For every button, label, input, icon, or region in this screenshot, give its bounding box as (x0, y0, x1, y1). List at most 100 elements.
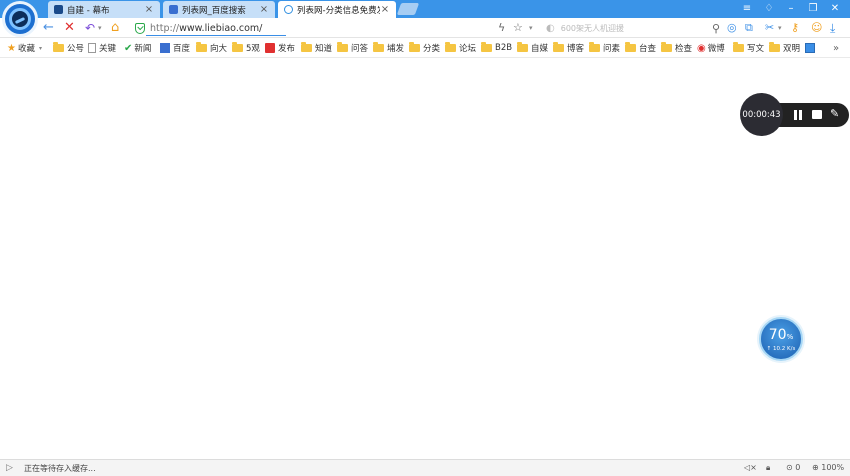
chevron-down-icon[interactable]: ▾ (529, 20, 533, 36)
folder-icon (53, 42, 64, 52)
zoom-indicator[interactable]: ⊕ 100% (812, 463, 844, 472)
new-tab-button[interactable] (396, 3, 420, 15)
screen-recorder-widget: 00:00:43 ✎ (740, 93, 849, 136)
bookmark-item[interactable]: ✔ 新闻 (124, 42, 151, 55)
bookmark-item[interactable]: 问素 (589, 42, 620, 54)
status-text: 正在等待存入缓存... (24, 464, 96, 473)
bookmark-item[interactable]: 双明 (769, 42, 800, 54)
close-tab-icon[interactable]: × (144, 4, 154, 15)
camera-icon[interactable] (812, 110, 822, 119)
publish-icon (265, 43, 275, 53)
bookmark-item[interactable]: 分类 (409, 42, 440, 54)
search-engine-icon[interactable]: ◐ (546, 23, 555, 34)
folder-icon (553, 42, 564, 52)
bookmark-item[interactable]: 检查 (661, 42, 692, 54)
address-url[interactable]: http://www.liebiao.com/ (150, 23, 262, 34)
search-icon[interactable]: ⚲ (712, 22, 720, 35)
pause-icon[interactable] (793, 110, 803, 120)
skin-icon[interactable]: ♢ (758, 1, 780, 17)
undo-icon[interactable]: ↶ (85, 20, 95, 36)
search-box[interactable]: ◐ 600架无人机迎援 ⚲ (546, 20, 720, 36)
folder-icon (337, 42, 348, 52)
weibo-icon: ◉ (697, 42, 706, 54)
bookmark-item[interactable]: 问答 (337, 42, 368, 54)
recording-timer: 00:00:43 (740, 93, 783, 136)
star-icon[interactable]: ☆ (513, 20, 523, 36)
bookmark-item[interactable]: B2B (481, 42, 512, 54)
close-tab-icon[interactable]: × (380, 4, 390, 15)
bookmark-item[interactable]: 5观 (232, 42, 260, 54)
page-icon (88, 43, 96, 53)
tab-baidu-search[interactable]: 列表网_百度搜索 × (163, 1, 275, 18)
star-icon: ★ (7, 42, 16, 54)
folder-icon (769, 42, 780, 52)
more-bookmarks-icon[interactable]: » (833, 42, 839, 54)
loading-icon (284, 5, 293, 14)
folder-icon (301, 42, 312, 52)
chevron-down-icon[interactable]: ▾ (778, 20, 782, 36)
bookmark-bar: ★ 收藏 ▾ 公号 关键 ✔ 新闻 百度 向大 5观 发布 知道 问答 埔发 分类 论… (0, 38, 850, 58)
play-icon[interactable]: ▷ (6, 463, 13, 473)
nav-bar: ← ✕ ↶ ▾ ⌂ http://www.liebiao.com/ ϟ ☆ ▾ … (0, 18, 850, 38)
minimize-button[interactable]: – (780, 1, 802, 17)
bookmark-app[interactable] (805, 42, 815, 54)
folder-icon (589, 42, 600, 52)
folder-icon (409, 42, 420, 52)
folder-icon (445, 42, 456, 52)
scissors-icon[interactable]: ✂ (765, 20, 774, 36)
stop-icon[interactable]: ✕ (64, 20, 75, 36)
restore-button[interactable]: ❐ (802, 1, 824, 17)
lightning-icon[interactable]: ϟ (498, 20, 505, 36)
bookmark-item[interactable]: 知道 (301, 42, 332, 54)
tab-liebiao[interactable]: 列表网-分类信息免费发 × (278, 1, 396, 18)
bookmark-item[interactable]: ◉ 微博 (697, 42, 725, 55)
mubu-favicon-icon (54, 5, 63, 14)
app-icon (805, 43, 815, 53)
back-arrow-icon[interactable]: ← (43, 20, 54, 36)
smiley-icon[interactable]: ☺ (811, 20, 822, 36)
baidu-favicon-icon (169, 5, 178, 14)
address-focus-line (146, 35, 286, 36)
close-tab-icon[interactable]: × (259, 4, 269, 15)
chevron-down-icon[interactable]: ▾ (98, 20, 102, 36)
folder-icon (517, 42, 528, 52)
bookmark-item[interactable]: 埔发 (373, 42, 404, 54)
check-icon: ✔ (124, 42, 133, 54)
mute-icon[interactable]: ◁× (744, 463, 757, 472)
lock-icon[interactable]: 🔒︎ (766, 463, 770, 473)
bookmark-item[interactable]: 公号 (53, 42, 84, 54)
bookmark-item[interactable]: 台查 (625, 42, 656, 54)
tab-mubu[interactable]: 自建 - 幕布 × (48, 1, 160, 18)
bookmark-item[interactable]: 博客 (553, 42, 584, 54)
folder-icon (196, 42, 207, 52)
bookmark-item[interactable]: 向大 (196, 42, 227, 54)
address-bar[interactable]: http://www.liebiao.com/ (131, 20, 543, 36)
bookmark-favorites[interactable]: ★ 收藏 ▾ (7, 42, 42, 55)
home-icon[interactable]: ⌂ (111, 20, 119, 36)
menu-icon[interactable]: ≡ (736, 1, 758, 17)
tab-title: 自建 - 幕布 (67, 5, 110, 16)
window-controls: ≡ ♢ – ❐ ✕ (736, 1, 846, 17)
search-placeholder: 600架无人机迎援 (560, 23, 625, 33)
close-window-button[interactable]: ✕ (824, 1, 846, 17)
bookmark-item[interactable]: 论坛 (445, 42, 476, 54)
downloads-indicator[interactable]: ⊙ 0 (786, 463, 800, 472)
bookmark-item[interactable]: 关键 (88, 42, 116, 54)
screenshot-icon[interactable]: ⧉ (745, 20, 753, 36)
pen-icon[interactable]: ✎ (830, 107, 839, 120)
translate-icon[interactable]: ◎ (727, 20, 737, 36)
tab-title: 列表网-分类信息免费发 (297, 5, 380, 16)
bookmark-item[interactable]: 百度 (160, 42, 190, 54)
download-icon[interactable]: ⤓ (830, 20, 835, 36)
bookmark-item[interactable]: 自媒 (517, 42, 548, 54)
bookmark-item[interactable]: 发布 (265, 42, 295, 54)
folder-icon (232, 42, 243, 52)
key-icon[interactable]: ⚷ (791, 20, 799, 36)
network-speed-ball[interactable]: 70% ↑ 10.2 K/s (759, 317, 803, 361)
folder-icon (661, 42, 672, 52)
browser-logo[interactable] (2, 1, 38, 37)
bookmark-item[interactable]: 写文 (733, 42, 764, 54)
security-shield-icon (135, 22, 145, 34)
status-bar: ▷ 正在等待存入缓存... ◁× 🔒︎ ⊙ 0 ⊕ 100% (0, 459, 850, 476)
baidu-icon (160, 43, 170, 53)
